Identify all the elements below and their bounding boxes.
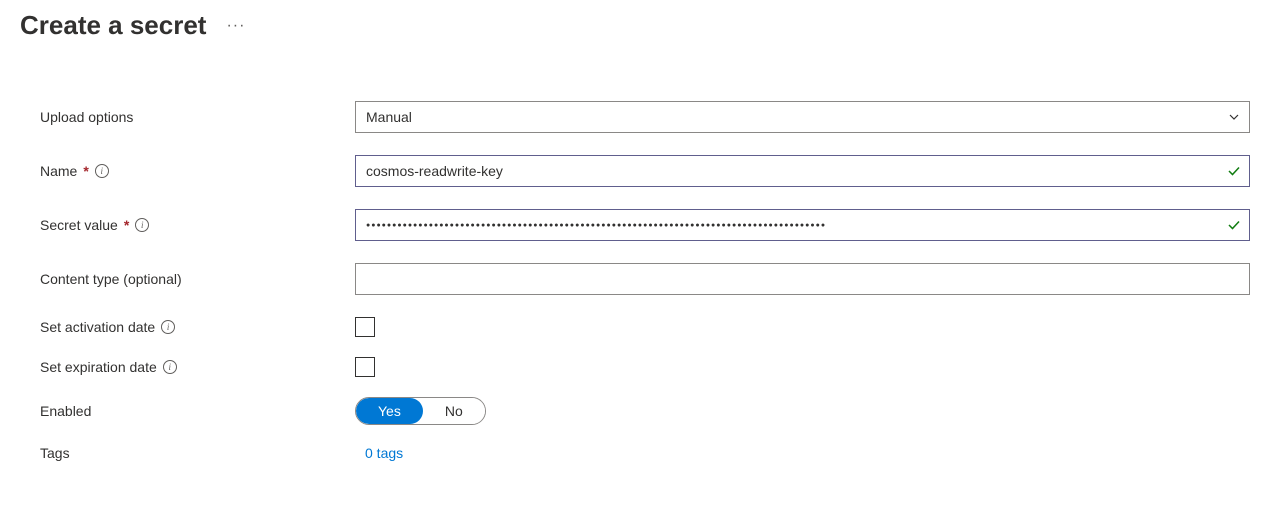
label-name-text: Name [40,163,77,179]
control-secret-value [355,209,1250,241]
control-enabled: Yes No [355,397,1250,425]
row-name: Name * i [40,155,1250,187]
label-tags-text: Tags [40,445,70,461]
label-set-expiration-text: Set expiration date [40,359,157,375]
row-enabled: Enabled Yes No [40,397,1250,425]
enabled-yes-button[interactable]: Yes [356,398,423,424]
row-tags: Tags 0 tags [40,445,1250,461]
control-tags: 0 tags [355,445,1250,461]
label-set-activation-text: Set activation date [40,319,155,335]
info-icon[interactable]: i [163,360,177,374]
label-content-type: Content type (optional) [40,271,355,287]
enabled-no-button[interactable]: No [423,398,485,424]
info-icon[interactable]: i [135,218,149,232]
row-upload-options: Upload options Manual [40,101,1250,133]
row-content-type: Content type (optional) [40,263,1250,295]
label-name: Name * i [40,163,355,179]
row-secret-value: Secret value * i [40,209,1250,241]
label-set-activation: Set activation date i [40,319,355,335]
upload-options-select[interactable]: Manual [355,101,1250,133]
label-enabled-text: Enabled [40,403,91,419]
label-enabled: Enabled [40,403,355,419]
control-set-expiration [355,357,1250,377]
label-secret-value-text: Secret value [40,217,118,233]
upload-options-wrap: Manual [355,101,1250,133]
required-indicator: * [124,217,129,233]
secret-value-input-wrap [355,209,1250,241]
label-content-type-text: Content type (optional) [40,271,182,287]
label-upload-options: Upload options [40,109,355,125]
name-input[interactable] [355,155,1250,187]
label-tags: Tags [40,445,355,461]
set-expiration-checkbox[interactable] [355,357,375,377]
label-secret-value: Secret value * i [40,217,355,233]
info-icon[interactable]: i [161,320,175,334]
tags-link[interactable]: 0 tags [355,445,403,461]
row-set-activation: Set activation date i [40,317,1250,337]
info-icon[interactable]: i [95,164,109,178]
page-title: Create a secret [20,10,206,41]
control-content-type [355,263,1250,295]
secret-value-input[interactable] [355,209,1250,241]
control-name [355,155,1250,187]
row-set-expiration: Set expiration date i [40,357,1250,377]
more-menu-icon[interactable]: ··· [226,17,245,35]
set-activation-checkbox[interactable] [355,317,375,337]
name-input-wrap [355,155,1250,187]
create-secret-form: Upload options Manual Name * i Secret va… [20,101,1250,461]
control-set-activation [355,317,1250,337]
control-upload-options: Manual [355,101,1250,133]
label-set-expiration: Set expiration date i [40,359,355,375]
page-header: Create a secret ··· [20,10,1250,41]
content-type-input[interactable] [355,263,1250,295]
enabled-toggle: Yes No [355,397,486,425]
label-upload-options-text: Upload options [40,109,133,125]
required-indicator: * [83,163,88,179]
